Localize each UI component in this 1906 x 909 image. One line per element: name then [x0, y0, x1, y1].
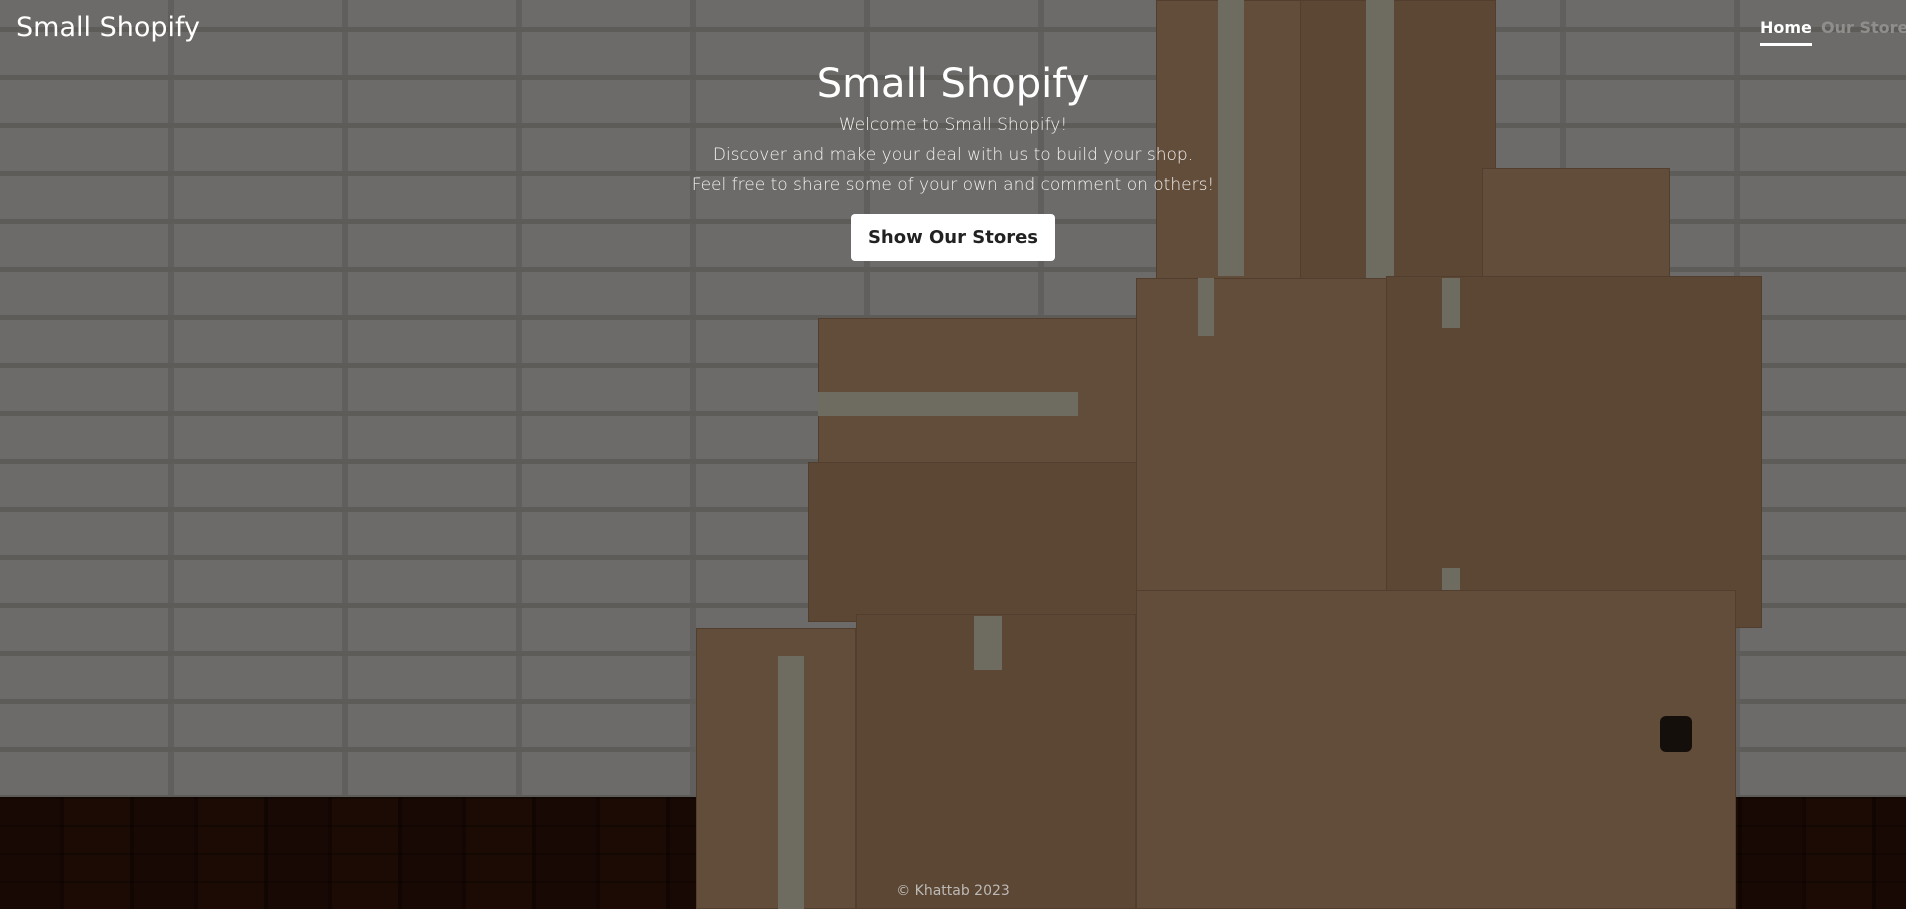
nav-item-home[interactable]: Home: [1760, 18, 1812, 46]
footer-copyright: © Khattab 2023: [896, 883, 1010, 899]
nav-item-our-stores[interactable]: Our Stores: [1821, 18, 1906, 37]
show-our-stores-button[interactable]: Show Our Stores: [850, 214, 1056, 261]
hero-welcome-text: Welcome to Small Shopify!: [838, 115, 1068, 135]
hero-discover-text: Discover and make your deal with us to b…: [712, 145, 1194, 165]
hero-section: Small Shopify Welcome to Small Shopify! …: [0, 58, 1906, 261]
page: Small Shopify Home Our Stores Small Shop…: [0, 0, 1906, 909]
hero-title: Small Shopify: [816, 61, 1090, 107]
brand-logo[interactable]: Small Shopify: [16, 12, 200, 43]
hero-share-text: Feel free to share some of your own and …: [691, 175, 1215, 195]
top-nav: Home Our Stores: [1706, 18, 1906, 52]
